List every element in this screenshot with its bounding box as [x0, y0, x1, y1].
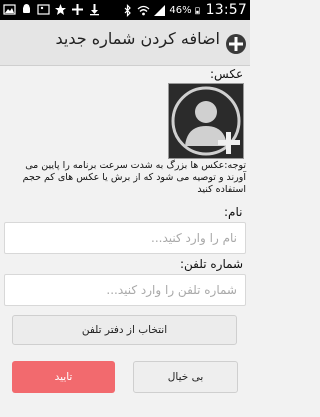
status-bar: 46% 13:57 — [0, 0, 250, 20]
star-notification-icon — [55, 4, 66, 15]
plus-circle-icon[interactable] — [225, 33, 247, 55]
wifi-icon — [137, 5, 150, 15]
phone-input[interactable] — [4, 274, 246, 306]
photo-notification-icon — [3, 4, 16, 15]
download-notification-icon — [90, 4, 99, 16]
confirm-button[interactable]: تایید — [12, 361, 115, 393]
name-label: نام: — [224, 205, 243, 219]
android-notification-icon — [23, 4, 30, 13]
import-from-contacts-button[interactable]: انتخاب از دفتر تلفن — [12, 315, 237, 345]
battery-icon — [194, 6, 200, 14]
photo-label: عکس: — [210, 67, 244, 81]
status-icons-right: 46% 13:57 — [121, 2, 247, 18]
avatar-picker[interactable] — [168, 83, 244, 159]
clock: 13:57 — [205, 2, 247, 18]
page-title: اضافه کردن شماره جدید — [55, 29, 221, 48]
signal-icon — [154, 4, 166, 16]
photo-note: توجه:عکس ها بزرگ به شدت سرعت برنامه را پ… — [22, 160, 246, 195]
title-bar: اضافه کردن شماره جدید — [0, 20, 250, 66]
plus-notification-icon — [72, 4, 83, 15]
phone-label: شماره تلفن: — [180, 257, 244, 271]
name-input[interactable] — [4, 222, 246, 254]
battery-percent: 46% — [169, 4, 192, 16]
image-notification-icon — [37, 4, 50, 15]
bluetooth-icon — [124, 3, 132, 17]
cancel-button[interactable]: بی خیال — [133, 361, 238, 393]
status-icons-left — [3, 3, 101, 16]
person-silhouette-icon — [171, 86, 241, 156]
